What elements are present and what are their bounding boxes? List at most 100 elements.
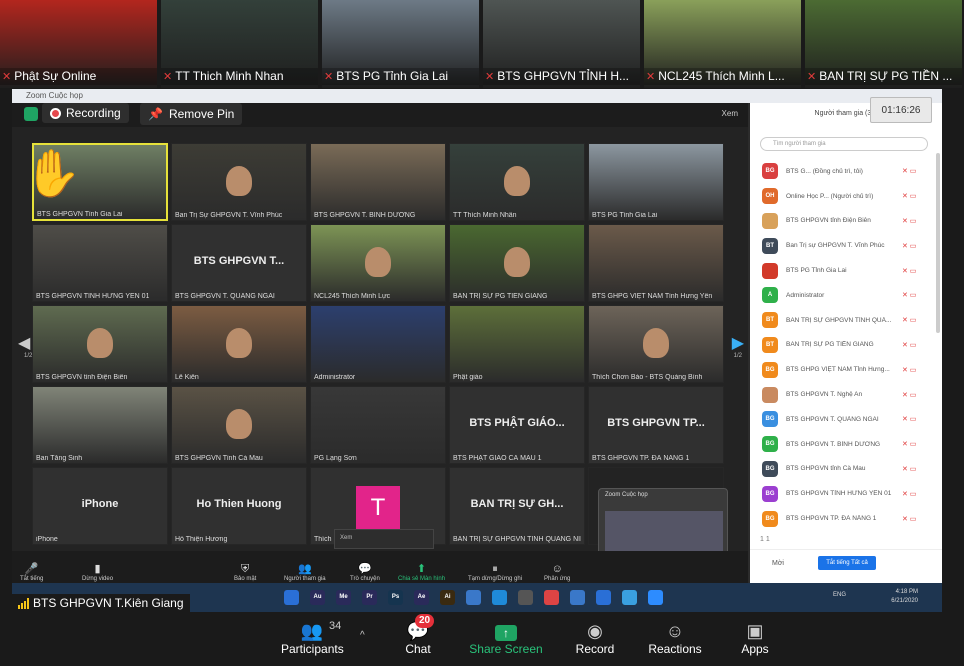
taskbar-app-icon[interactable] bbox=[466, 590, 481, 605]
participant-row[interactable]: BT BAN TRỊ SỰ GHPGVN TỈNH QUẢ... ✕ ▭ bbox=[762, 308, 932, 333]
participant-list-scrollbar[interactable] bbox=[936, 153, 940, 333]
record-dot-icon bbox=[50, 107, 61, 119]
signal-bars-icon bbox=[18, 597, 29, 609]
video-tile[interactable]: Ban Tăng Sinh bbox=[32, 386, 168, 464]
top-video-thumb[interactable]: ✕ BTS PG Tỉnh Gia Lai bbox=[322, 0, 479, 88]
taskbar-app-icon[interactable] bbox=[284, 590, 299, 605]
mute-all-button[interactable]: Tắt tiếng Tất cả bbox=[818, 556, 876, 570]
next-page-arrow-icon[interactable]: ▶ bbox=[732, 333, 744, 353]
video-tile[interactable]: BTS GHPGVN T... BTS GHPGVN T. QUẢNG NGÃI bbox=[171, 224, 307, 302]
top-video-thumb[interactable]: ✕ BAN TRỊ SỰ PG TIỀN ... bbox=[805, 0, 962, 88]
video-tile[interactable]: BTS GHPGVN Tỉnh Cà Mau bbox=[171, 386, 307, 464]
participants-icon: 👥 bbox=[297, 563, 312, 575]
video-tile[interactable]: Administrator bbox=[310, 305, 446, 383]
prev-page-arrow-icon[interactable]: ◀ bbox=[18, 333, 30, 353]
taskbar-app-icon[interactable] bbox=[622, 590, 637, 605]
participant-row[interactable]: BG BTS GHPG VIỆT NAM Tỉnh Hưng... ✕ ▭ bbox=[762, 357, 932, 382]
video-tile[interactable]: BTS GHPGVN TỈNH HƯNG YÊN 01 bbox=[32, 224, 168, 302]
muted-mic-video-off-icon: ✕ ▭ bbox=[902, 217, 917, 225]
video-tile[interactable]: BAN TRỊ SỰ GH... BAN TRỊ SỰ GHPGVN TỈNH Q… bbox=[449, 467, 585, 545]
recording-indicator[interactable]: Recording bbox=[42, 103, 129, 123]
video-tile[interactable]: BAN TRỊ SỰ PG TIỀN GIANG bbox=[449, 224, 585, 302]
top-video-thumb[interactable]: ✕ TT Thich Minh Nhan bbox=[161, 0, 318, 88]
taskbar-app-icon[interactable] bbox=[596, 590, 611, 605]
participant-search-input[interactable]: Tìm người tham gia bbox=[760, 137, 928, 151]
taskbar-app-icon[interactable]: Au bbox=[310, 590, 325, 605]
participant-row[interactable]: A Administrator ✕ ▭ bbox=[762, 283, 932, 308]
participant-row[interactable]: BG BTS GHPGVN T. BÌNH DƯƠNG ✕ ▭ bbox=[762, 432, 932, 457]
taskbar-app-icon[interactable]: Ai bbox=[440, 590, 455, 605]
reactions-button[interactable]: ☺ Reactions bbox=[647, 620, 703, 656]
tile-name-label: BTS GHPGVN Tỉnh Gia Lai bbox=[37, 211, 123, 218]
share-screen-button[interactable]: ↑ Share Screen bbox=[469, 620, 543, 656]
tile-name-label: BTS GHPGVN Tỉnh Cà Mau bbox=[175, 455, 263, 462]
video-tile[interactable]: Thích Chơn Bảo - BTS Quảng Bình bbox=[588, 305, 724, 383]
video-tile[interactable]: Lê Kiên bbox=[171, 305, 307, 383]
video-tile[interactable]: BTS GHPGVN tỉnh Điện Biên bbox=[32, 305, 168, 383]
chat-unread-badge: 20 bbox=[415, 614, 435, 628]
taskbar-app-icon[interactable] bbox=[492, 590, 507, 605]
video-tile[interactable]: BTS PHẬT GIÁO... BTS PHẬT GIÁO CÀ MAU 1 bbox=[449, 386, 585, 464]
active-speaker-name: BTS GHPGVN T.Kiên Giang bbox=[33, 596, 184, 610]
participant-row[interactable]: BG BTS GHPGVN TP. ĐÀ NẴNG 1 ✕ ▭ bbox=[762, 506, 932, 531]
encryption-shield-icon[interactable] bbox=[24, 107, 38, 121]
taskbar-app-icon[interactable]: Pr bbox=[362, 590, 377, 605]
participant-row[interactable]: BG BTS G... (Đồng chủ trì, tôi) ✕ ▭ bbox=[762, 159, 932, 184]
participant-row[interactable]: OH Online Học P... (Người chủ trì) ✕ ▭ bbox=[762, 184, 932, 209]
taskbar-app-icon[interactable] bbox=[544, 590, 559, 605]
share-screen-button[interactable]: ⬆ Chia sẻ Màn hình bbox=[398, 563, 445, 582]
video-tile[interactable]: BTS PG Tỉnh Gia Lai bbox=[588, 143, 724, 221]
participant-row[interactable]: BTS PG Tỉnh Gia Lai ✕ ▭ bbox=[762, 258, 932, 283]
video-tile[interactable]: PG Lạng Sơn bbox=[310, 386, 446, 464]
chat-button[interactable]: 💬 Trò chuyện bbox=[350, 563, 380, 582]
participants-button[interactable]: 👥 34 Participants bbox=[281, 620, 344, 656]
video-tile[interactable]: NCL245 Thích Minh Lực bbox=[310, 224, 446, 302]
top-video-thumb[interactable]: ✕ Phật Sự Online bbox=[0, 0, 157, 88]
remove-pin-button[interactable]: 📌 Remove Pin bbox=[140, 103, 243, 125]
raised-hand-icon: ✋ bbox=[24, 147, 82, 199]
taskbar-app-icon[interactable]: Me bbox=[336, 590, 351, 605]
taskbar-app-icon[interactable] bbox=[648, 590, 663, 605]
video-tile[interactable]: Ho Thien Huong Hồ Thiện Hương bbox=[171, 467, 307, 545]
pause-record-button[interactable]: ⏸ Tạm dừng/Dừng ghi bbox=[468, 563, 522, 582]
top-video-thumb[interactable]: ✕ BTS GHPGVN TỈNH H... bbox=[483, 0, 640, 88]
invite-button[interactable]: Mời bbox=[772, 560, 784, 567]
participant-row[interactable]: BG BTS GHPGVN T. QUẢNG NGÃI ✕ ▭ bbox=[762, 407, 932, 432]
top-video-thumb[interactable]: ✕ NCL245 Thích Minh L... bbox=[644, 0, 801, 88]
chat-button[interactable]: 💬 20 Chat bbox=[401, 614, 435, 656]
participant-row[interactable]: BT Ban Trị sự GHPGVN T. Vĩnh Phúc ✕ ▭ bbox=[762, 233, 932, 258]
participants-options-caret-icon[interactable]: ^ bbox=[360, 630, 365, 641]
participant-row[interactable]: BTS GHPGVN T. Nghệ An ✕ ▭ bbox=[762, 382, 932, 407]
participant-row[interactable]: BG BTS GHPGVN tỉnh Cà Mau ✕ ▭ bbox=[762, 457, 932, 482]
participant-row[interactable]: BT BAN TRỊ SỰ PG TIỀN GIANG ✕ ▭ bbox=[762, 333, 932, 358]
view-toggle[interactable]: Xem bbox=[722, 109, 738, 118]
taskbar-app-icon[interactable]: Ps bbox=[388, 590, 403, 605]
participant-row[interactable]: BG BTS GHPGVN TỈNH HƯNG YÊN 01 ✕ ▭ bbox=[762, 481, 932, 506]
tile-display-name: BTS PHẬT GIÁO... bbox=[469, 417, 565, 429]
share-screen-icon-wrap: ↑ bbox=[469, 620, 543, 642]
participant-name: BTS GHPGVN T. BÌNH DƯƠNG bbox=[786, 440, 881, 448]
meeting-controls-bar: 👥 34 Participants ^ 💬 20 Chat ↑ Share Sc… bbox=[0, 612, 964, 666]
participants-button[interactable]: 👥 Người tham gia bbox=[284, 563, 326, 582]
video-button[interactable]: ▮ Dừng video bbox=[82, 563, 113, 582]
video-tile[interactable]: iPhone iPhone bbox=[32, 467, 168, 545]
video-tile[interactable]: BTS GHPGVN TP... BTS GHPGVN TP. ĐÀ NẴNG 1 bbox=[588, 386, 724, 464]
language-indicator[interactable]: ENG bbox=[833, 592, 846, 598]
shield-button[interactable]: ⛨ Bảo mật bbox=[234, 563, 256, 582]
muted-mic-video-off-icon: ✕ ▭ bbox=[902, 267, 917, 275]
record-button[interactable]: ◉ Record bbox=[574, 620, 616, 656]
taskbar-app-icon[interactable] bbox=[518, 590, 533, 605]
taskbar-clock[interactable]: 4:18 PM 6/21/2020 bbox=[891, 588, 918, 606]
participants-count: 34 bbox=[329, 620, 342, 632]
video-tile[interactable]: TT Thích Minh Nhân bbox=[449, 143, 585, 221]
video-tile[interactable]: BTS GHPGVN T. BÌNH DƯƠNG bbox=[310, 143, 446, 221]
reactions-button[interactable]: ☺ Phản ứng bbox=[544, 563, 570, 582]
video-tile[interactable]: Ban Trị Sự GHPGVN T. Vĩnh Phúc bbox=[171, 143, 307, 221]
taskbar-app-icon[interactable]: Ae bbox=[414, 590, 429, 605]
participant-row[interactable]: BTS GHPGVN tỉnh Điện Biên ✕ ▭ bbox=[762, 209, 932, 234]
video-tile[interactable]: BTS GHPG VIỆT NAM Tỉnh Hưng Yên bbox=[588, 224, 724, 302]
mic-button[interactable]: 🎤 Tắt tiếng bbox=[20, 563, 43, 582]
video-tile[interactable]: Phật giáo bbox=[449, 305, 585, 383]
apps-button[interactable]: ▣ Apps bbox=[740, 620, 770, 656]
taskbar-app-icon[interactable] bbox=[570, 590, 585, 605]
